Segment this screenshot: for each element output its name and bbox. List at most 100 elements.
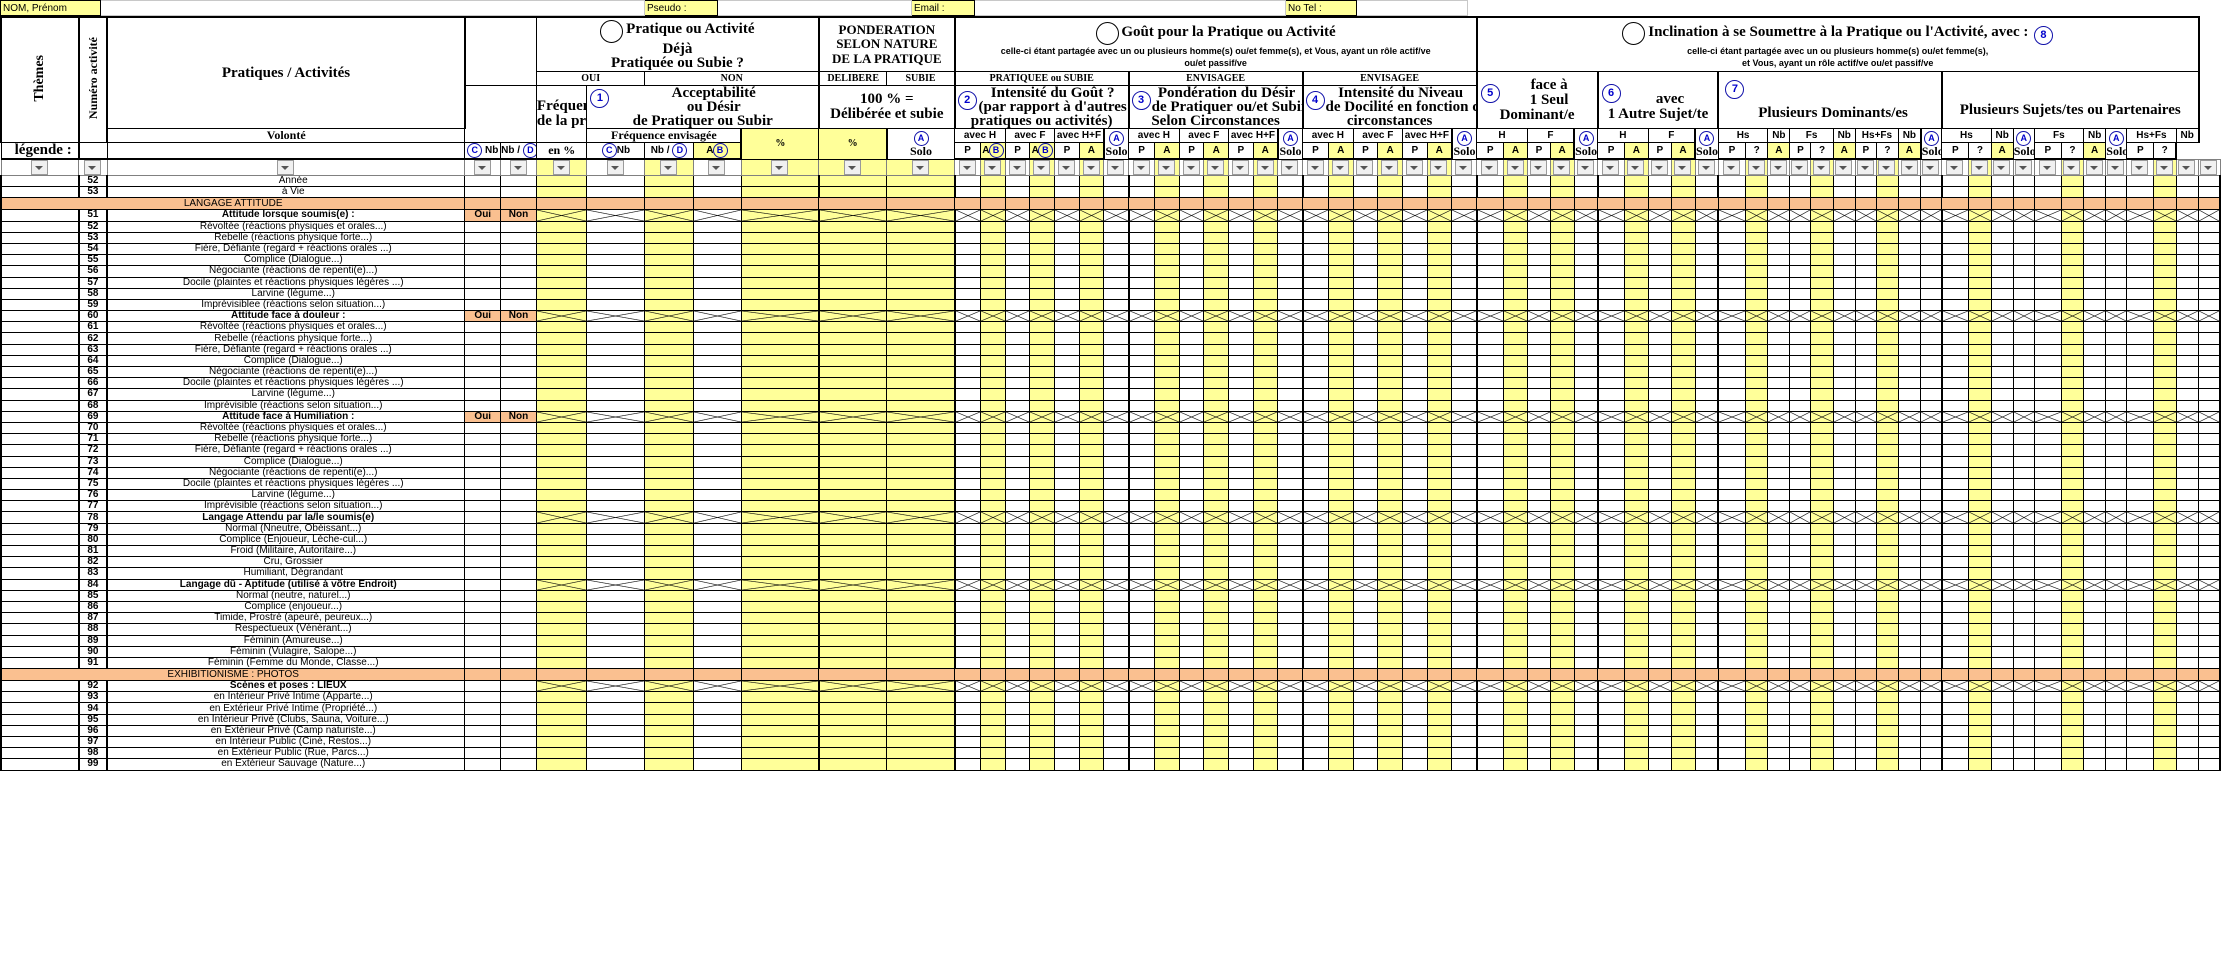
input-cell-b7solo[interactable] bbox=[1717, 500, 1747, 513]
input-cell-b7solo[interactable] bbox=[1717, 713, 1747, 726]
filter-arrow-icon[interactable] bbox=[1878, 160, 1896, 175]
input-cell-b7xP[interactable] bbox=[1898, 276, 1922, 289]
input-cell-b5hA[interactable] bbox=[1503, 758, 1528, 771]
input-cell-b4fP[interactable] bbox=[1401, 242, 1428, 256]
input-cell-b4fP[interactable] bbox=[1401, 298, 1428, 312]
input-cell-b5fA[interactable] bbox=[1550, 477, 1575, 491]
input-cell-b5fP[interactable] bbox=[1573, 377, 1599, 390]
input-cell-b2fA[interactable] bbox=[1029, 298, 1056, 312]
input-cell-b8solo1[interactable] bbox=[1940, 612, 1970, 625]
input-cell-b4hA[interactable] bbox=[1327, 589, 1354, 602]
input-cell-b5hA[interactable] bbox=[1503, 656, 1528, 670]
input-cell-b8solo1[interactable] bbox=[1940, 242, 1970, 256]
input-cell-b4fP[interactable] bbox=[1401, 556, 1428, 569]
input-cell-b4xA[interactable] bbox=[1426, 477, 1453, 491]
input-cell-b6solo[interactable] bbox=[1596, 174, 1626, 188]
input-cell-b8hN[interactable] bbox=[2012, 600, 2035, 614]
input-cell-b2fP[interactable] bbox=[1054, 377, 1080, 390]
input-cell-b8xA[interactable] bbox=[2153, 421, 2177, 435]
theme-cell[interactable] bbox=[0, 186, 80, 199]
input-cell-b3hA[interactable] bbox=[1154, 231, 1180, 244]
input-cell-b6solo[interactable] bbox=[1596, 377, 1626, 390]
input-cell-b5solo[interactable] bbox=[1475, 634, 1505, 647]
input-cell-b8xN[interactable] bbox=[2198, 242, 2221, 256]
input-cell-b2hA[interactable] bbox=[980, 421, 1006, 435]
input-cell-b6solo[interactable] bbox=[1596, 567, 1626, 580]
input-cell-b5fA[interactable] bbox=[1550, 343, 1575, 356]
input-cell-b8solo3[interactable] bbox=[2126, 500, 2155, 513]
input-cell-b3hP[interactable] bbox=[1178, 186, 1205, 199]
input-cell-b3hA[interactable] bbox=[1154, 724, 1180, 738]
input-cell-b3solo[interactable] bbox=[1127, 354, 1156, 368]
input-cell-b8hP[interactable] bbox=[1990, 254, 2014, 267]
input-cell-b3solo[interactable] bbox=[1127, 612, 1156, 625]
theme-cell[interactable] bbox=[0, 265, 80, 278]
input-cell-b7hN[interactable] bbox=[1789, 600, 1812, 614]
input-cell-b2hA[interactable] bbox=[980, 388, 1006, 401]
input-cell-b8fP[interactable] bbox=[2083, 365, 2107, 379]
input-cell-b8hP[interactable] bbox=[1990, 544, 2014, 558]
input-cell-b7fN[interactable] bbox=[1854, 702, 1877, 715]
input-cell-b6hA[interactable] bbox=[1624, 354, 1649, 368]
input-cell-b5hP[interactable] bbox=[1526, 735, 1552, 749]
oui-cell[interactable] bbox=[464, 713, 502, 726]
input-cell-b3xA[interactable] bbox=[1252, 220, 1279, 233]
input-cell-b3fA[interactable] bbox=[1203, 533, 1230, 547]
input-cell-g1env_nbd[interactable] bbox=[740, 298, 820, 312]
input-cell-g1nb[interactable] bbox=[535, 645, 588, 658]
input-cell-b4fA[interactable] bbox=[1377, 466, 1403, 479]
input-cell-b7xA[interactable] bbox=[1875, 220, 1900, 233]
input-cell-b2fP[interactable] bbox=[1054, 645, 1080, 658]
input-cell-b6hA[interactable] bbox=[1624, 589, 1649, 602]
input-cell-b6hP[interactable] bbox=[1647, 466, 1673, 479]
input-cell-b5hP[interactable] bbox=[1526, 399, 1552, 412]
input-cell-b8solo3[interactable] bbox=[2126, 332, 2155, 345]
input-cell-b7hP[interactable] bbox=[1767, 343, 1791, 356]
oui-cell[interactable] bbox=[464, 489, 502, 502]
input-cell-g2sub[interactable] bbox=[886, 612, 956, 625]
input-cell-b8fA[interactable] bbox=[2060, 702, 2085, 715]
input-cell-b3fA[interactable] bbox=[1203, 186, 1230, 199]
theme-cell[interactable] bbox=[0, 758, 80, 771]
input-cell-b6hP[interactable] bbox=[1647, 254, 1673, 267]
filter-dropdown-b7fA[interactable] bbox=[1810, 158, 1834, 176]
input-cell-b2fA[interactable] bbox=[1029, 186, 1056, 199]
input-cell-b8xN[interactable] bbox=[2198, 321, 2221, 334]
input-cell-b6hA[interactable] bbox=[1624, 220, 1649, 233]
input-cell-b5solo[interactable] bbox=[1475, 455, 1505, 468]
input-cell-b3hP[interactable] bbox=[1178, 343, 1205, 356]
input-cell-b2xA[interactable] bbox=[1078, 656, 1105, 670]
input-cell-b4hP[interactable] bbox=[1352, 365, 1379, 379]
input-cell-b2xA[interactable] bbox=[1078, 421, 1105, 435]
input-cell-b8fN[interactable] bbox=[2105, 556, 2128, 569]
input-cell-g1env_nbd[interactable] bbox=[740, 388, 820, 401]
input-cell-b8solo1[interactable] bbox=[1940, 634, 1970, 647]
input-cell-g1nbd[interactable] bbox=[586, 735, 646, 749]
input-cell-b7xA[interactable] bbox=[1875, 466, 1900, 479]
input-cell-b8solo1[interactable] bbox=[1940, 656, 1970, 670]
input-cell-b2solo[interactable] bbox=[953, 276, 982, 289]
input-cell-b3hA[interactable] bbox=[1154, 321, 1180, 334]
input-cell-b5solo[interactable] bbox=[1475, 399, 1505, 412]
input-cell-b8hP[interactable] bbox=[1990, 500, 2014, 513]
input-cell-b4hP[interactable] bbox=[1352, 489, 1379, 502]
input-cell-b3hA[interactable] bbox=[1154, 645, 1180, 658]
input-cell-b8xP[interactable] bbox=[2175, 623, 2200, 636]
input-cell-b7xN[interactable] bbox=[1920, 186, 1943, 199]
input-cell-b8fA[interactable] bbox=[2060, 600, 2085, 614]
input-cell-g2del[interactable] bbox=[817, 533, 888, 547]
input-cell-b2hA[interactable] bbox=[980, 656, 1006, 670]
input-cell-b2hA[interactable] bbox=[980, 343, 1006, 356]
input-cell-b2xP[interactable] bbox=[1103, 589, 1130, 602]
input-cell-b4xP[interactable] bbox=[1451, 589, 1478, 602]
input-cell-b6fA[interactable] bbox=[1671, 735, 1696, 749]
input-cell-b8fP[interactable] bbox=[2083, 174, 2107, 188]
input-cell-b3xP[interactable] bbox=[1277, 287, 1304, 300]
input-cell-b8xP[interactable] bbox=[2175, 444, 2200, 457]
input-cell-b5solo[interactable] bbox=[1475, 477, 1505, 491]
input-cell-b4fA[interactable] bbox=[1377, 477, 1403, 491]
input-cell-b8xA[interactable] bbox=[2153, 365, 2177, 379]
input-cell-g2sub[interactable] bbox=[886, 634, 956, 647]
input-cell-b8xA[interactable] bbox=[2153, 343, 2177, 356]
input-cell-b2hP[interactable] bbox=[1004, 556, 1031, 569]
